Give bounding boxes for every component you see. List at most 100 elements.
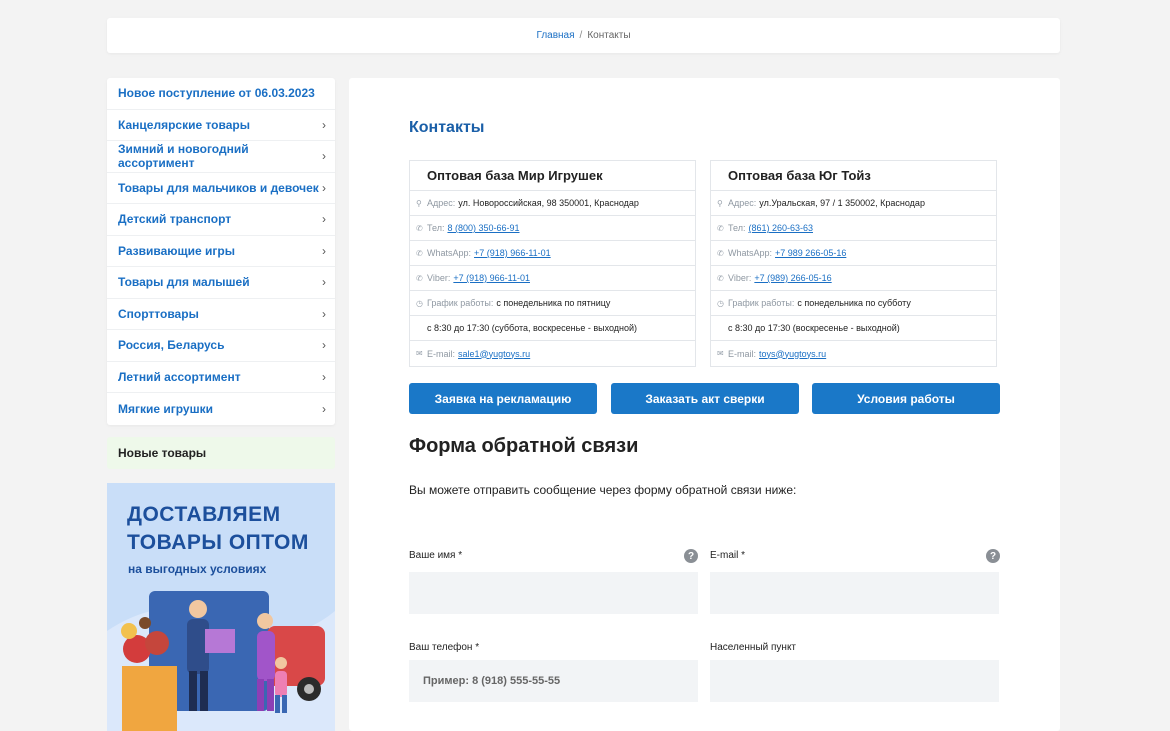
- menu-item-sports[interactable]: Спорттовары ›: [107, 299, 335, 330]
- email-row: ✉ E-mail: sale1@yugtoys.ru: [416, 348, 531, 359]
- menu-item-educational-games[interactable]: Развивающие игры ›: [107, 236, 335, 267]
- viber-row: ✆ Viber: +7 (918) 966-11-01: [410, 266, 695, 291]
- schedule-value: с понедельника по субботу: [797, 298, 911, 308]
- whatsapp-link[interactable]: +7 (918) 966-11-01: [474, 248, 551, 258]
- main-content: Контакты Оптовая база Мир Игрушек ⚲ Адрес…: [349, 78, 1060, 731]
- breadcrumb-home-link[interactable]: Главная: [536, 30, 574, 41]
- envelope-icon: ✉: [717, 349, 724, 358]
- viber-row: ✆ Viber: +7 (989) 266-05-16: [711, 266, 996, 291]
- phone-input[interactable]: [409, 660, 698, 702]
- clock-icon: ◷: [416, 298, 423, 308]
- contact-card-mir-igrushek: Оптовая база Мир Игрушек ⚲ Адрес: ул. Ново…: [409, 160, 696, 367]
- help-icon[interactable]: ?: [684, 549, 698, 563]
- menu-item-baby-goods[interactable]: Товары для малышей ›: [107, 267, 335, 299]
- whatsapp-icon: ✆: [717, 248, 724, 258]
- menu-item-winter[interactable]: Зимний и новогодний ассортимент ›: [107, 141, 335, 173]
- chevron-right-icon: ›: [322, 306, 326, 321]
- menu-item-label: Летний ассортимент: [118, 369, 241, 384]
- chevron-right-icon: ›: [322, 369, 326, 384]
- phone-link[interactable]: (861) 260-63-63: [748, 223, 813, 233]
- contact-card-yug-toys: Оптовая база Юг Тойз ⚲ Адрес: ул.Уральская…: [710, 160, 997, 367]
- location-pin-icon: ⚲: [416, 198, 422, 208]
- address-value: ул. Новороссийская, 98 350001, Краснодар: [458, 198, 639, 208]
- new-goods-link[interactable]: Новые товары: [107, 437, 335, 469]
- chevron-right-icon: ›: [322, 180, 326, 195]
- catalog-menu: Новое поступление от 06.03.2023 Канцеляр…: [107, 78, 335, 425]
- breadcrumb-current: Контакты: [587, 30, 631, 41]
- viber-icon: ✆: [717, 273, 724, 283]
- contact-card-title: Оптовая база Мир Игрушек: [410, 161, 695, 191]
- email-field-label: E-mail *: [710, 550, 746, 561]
- reconciliation-act-button[interactable]: Заказать акт сверки: [611, 383, 799, 414]
- menu-item-label: Россия, Беларусь: [118, 338, 225, 353]
- viber-icon: ✆: [416, 273, 423, 283]
- name-input[interactable]: [409, 572, 698, 614]
- schedule-value: с понедельника по пятницу: [496, 298, 611, 308]
- whatsapp-row: ✆ WhatsApp: +7 (918) 966-11-01: [410, 241, 695, 266]
- whatsapp-link[interactable]: +7 989 266-05-16: [775, 248, 846, 258]
- feedback-form-title: Форма обратной связи: [409, 435, 639, 457]
- schedule-row: ◷ График работы: с понедельника по пятницу: [410, 291, 695, 316]
- phone-field-label: Ваш телефон *: [409, 642, 480, 653]
- chevron-right-icon: ›: [322, 338, 326, 353]
- breadcrumb: Главная / Контакты: [107, 18, 1060, 53]
- whatsapp-icon: ✆: [416, 248, 423, 258]
- city-field-label: Населенный пункт: [710, 642, 797, 653]
- chevron-right-icon: ›: [322, 275, 326, 290]
- menu-item-stationery[interactable]: Канцелярские товары ›: [107, 110, 335, 141]
- menu-item-label: Развивающие игры: [118, 243, 235, 258]
- help-icon[interactable]: ?: [986, 549, 1000, 563]
- menu-item-new-arrivals[interactable]: Новое поступление от 06.03.2023: [107, 78, 335, 110]
- phone-icon: ✆: [717, 223, 724, 233]
- city-input[interactable]: [710, 660, 999, 702]
- viber-link[interactable]: +7 (918) 966-11-01: [453, 273, 530, 283]
- complaint-request-button[interactable]: Заявка на рекламацию: [409, 383, 597, 414]
- menu-item-label: Мягкие игрушки: [118, 401, 213, 416]
- menu-item-label: Новое поступление от 06.03.2023: [118, 86, 315, 101]
- menu-item-label: Спорттовары: [118, 306, 199, 321]
- chevron-right-icon: ›: [322, 401, 326, 416]
- menu-item-label: Товары для мальчиков и девочек: [118, 180, 319, 195]
- address-row: ⚲ Адрес: ул.Уральская, 97 / 1 350002, Крас…: [711, 191, 996, 216]
- location-pin-icon: ⚲: [717, 198, 723, 208]
- phone-link[interactable]: 8 (800) 350-66-91: [447, 223, 519, 233]
- menu-item-label: Товары для малышей: [118, 275, 250, 290]
- chevron-right-icon: ›: [322, 212, 326, 227]
- chevron-right-icon: ›: [322, 243, 326, 258]
- breadcrumb-separator: /: [579, 30, 583, 41]
- email-link[interactable]: sale1@yugtoys.ru: [458, 349, 530, 359]
- banner-illustration: [107, 591, 335, 731]
- whatsapp-row: ✆ WhatsApp: +7 989 266-05-16: [711, 241, 996, 266]
- name-field-label: Ваше имя *: [409, 550, 463, 561]
- phone-row: ✆ Тел: 8 (800) 350-66-91: [410, 216, 695, 241]
- promo-banner[interactable]: ДОСТАВЛЯЕМ ТОВАРЫ ОПТОМ на выгодных усло…: [107, 483, 335, 731]
- page-title: Контакты: [409, 119, 485, 136]
- contact-card-title: Оптовая база Юг Тойз: [711, 161, 996, 191]
- menu-item-label: Канцелярские товары: [118, 117, 250, 132]
- viber-link[interactable]: +7 (989) 266-05-16: [754, 273, 831, 283]
- email-link[interactable]: toys@yugtoys.ru: [759, 349, 826, 359]
- schedule-hours-row: с 8:30 до 17:30 (воскресенье - выходной): [711, 316, 996, 341]
- chevron-right-icon: ›: [322, 117, 326, 132]
- menu-item-summer[interactable]: Летний ассортимент ›: [107, 362, 335, 393]
- chevron-right-icon: ›: [322, 149, 326, 164]
- schedule-row: ◷ График работы: с понедельника по субботу: [711, 291, 996, 316]
- schedule-hours-row: с 8:30 до 17:30 (суббота, воскресенье - …: [410, 316, 695, 341]
- banner-headline-2: ТОВАРЫ ОПТОМ: [127, 531, 309, 554]
- menu-item-label: Детский транспорт: [118, 212, 232, 227]
- email-input[interactable]: [710, 572, 999, 614]
- feedback-form-description: Вы можете отправить сообщение через форм…: [409, 483, 797, 497]
- menu-item-boys-girls[interactable]: Товары для мальчиков и девочек ›: [107, 173, 335, 204]
- menu-item-kids-transport[interactable]: Детский транспорт ›: [107, 204, 335, 236]
- clock-icon: ◷: [717, 298, 724, 308]
- terms-button[interactable]: Условия работы: [812, 383, 1000, 414]
- address-value: ул.Уральская, 97 / 1 350002, Краснодар: [759, 198, 925, 208]
- envelope-icon: ✉: [416, 349, 423, 358]
- phone-icon: ✆: [416, 223, 423, 233]
- email-row: ✉ E-mail: toys@yugtoys.ru: [717, 348, 827, 359]
- menu-item-label: Зимний и новогодний ассортимент: [118, 142, 249, 171]
- menu-item-soft-toys[interactable]: Мягкие игрушки ›: [107, 393, 335, 425]
- phone-row: ✆ Тел: (861) 260-63-63: [711, 216, 996, 241]
- menu-item-russia-belarus[interactable]: Россия, Беларусь ›: [107, 330, 335, 362]
- banner-headline-1: ДОСТАВЛЯЕМ: [127, 503, 281, 526]
